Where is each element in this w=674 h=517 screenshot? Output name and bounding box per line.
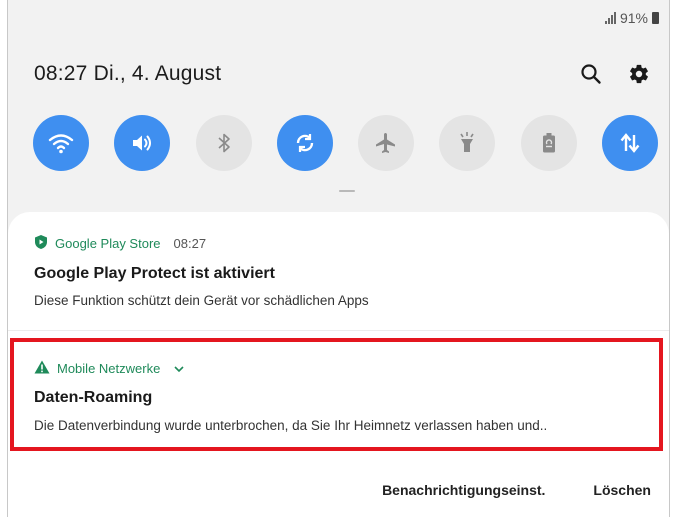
- notification-body: Die Datenverbindung wurde unterbrochen, …: [34, 418, 548, 433]
- volume-icon[interactable]: [114, 115, 171, 171]
- notification-shade: 91% 08:27 Di., 4. August Google Play Sto…: [7, 0, 670, 517]
- signal-icon: [604, 12, 616, 24]
- battery-icon: [652, 12, 659, 24]
- notification-app-name: Google Play Store: [55, 236, 161, 251]
- rotate-icon[interactable]: [276, 115, 333, 171]
- bluetooth-icon[interactable]: [195, 115, 252, 171]
- notification-title: Google Play Protect ist aktiviert: [34, 265, 275, 282]
- drag-handle[interactable]: [339, 190, 355, 192]
- search-icon[interactable]: [577, 60, 605, 88]
- shade-header: 08:27 Di., 4. August: [34, 56, 653, 92]
- notification-actions: Benachrichtigungseinst. Löschen: [382, 482, 651, 498]
- shield-icon: [34, 234, 48, 253]
- wifi-icon[interactable]: [33, 115, 89, 171]
- clear-button[interactable]: Löschen: [593, 482, 651, 498]
- flashlight-icon[interactable]: [439, 115, 496, 171]
- chevron-down-icon[interactable]: [173, 364, 185, 374]
- warning-icon: [34, 360, 50, 377]
- notification-panel: Google Play Store 08:27 Google Play Prot…: [8, 212, 669, 517]
- notification-app-name: Mobile Netzwerke: [57, 361, 161, 376]
- data-transfer-icon[interactable]: [601, 115, 658, 171]
- airplane-icon[interactable]: [358, 115, 415, 171]
- notification-settings-button[interactable]: Benachrichtigungseinst.: [382, 482, 545, 498]
- gear-icon[interactable]: [625, 60, 653, 88]
- date-time: 08:27 Di., 4. August: [34, 62, 222, 85]
- divider: [8, 330, 669, 331]
- battery-saver-icon[interactable]: [520, 115, 577, 171]
- notification-data-roaming[interactable]: Mobile Netzwerke Daten-Roaming Die Daten…: [34, 360, 651, 433]
- notification-play-protect[interactable]: Google Play Store 08:27 Google Play Prot…: [34, 234, 649, 308]
- status-bar: 91%: [604, 10, 659, 26]
- battery-percent: 91%: [619, 10, 648, 26]
- notification-body: Diese Funktion schützt dein Gerät vor sc…: [34, 293, 369, 308]
- notification-title: Daten-Roaming: [34, 389, 153, 406]
- notification-time: 08:27: [173, 236, 207, 251]
- quick-settings: [33, 115, 658, 173]
